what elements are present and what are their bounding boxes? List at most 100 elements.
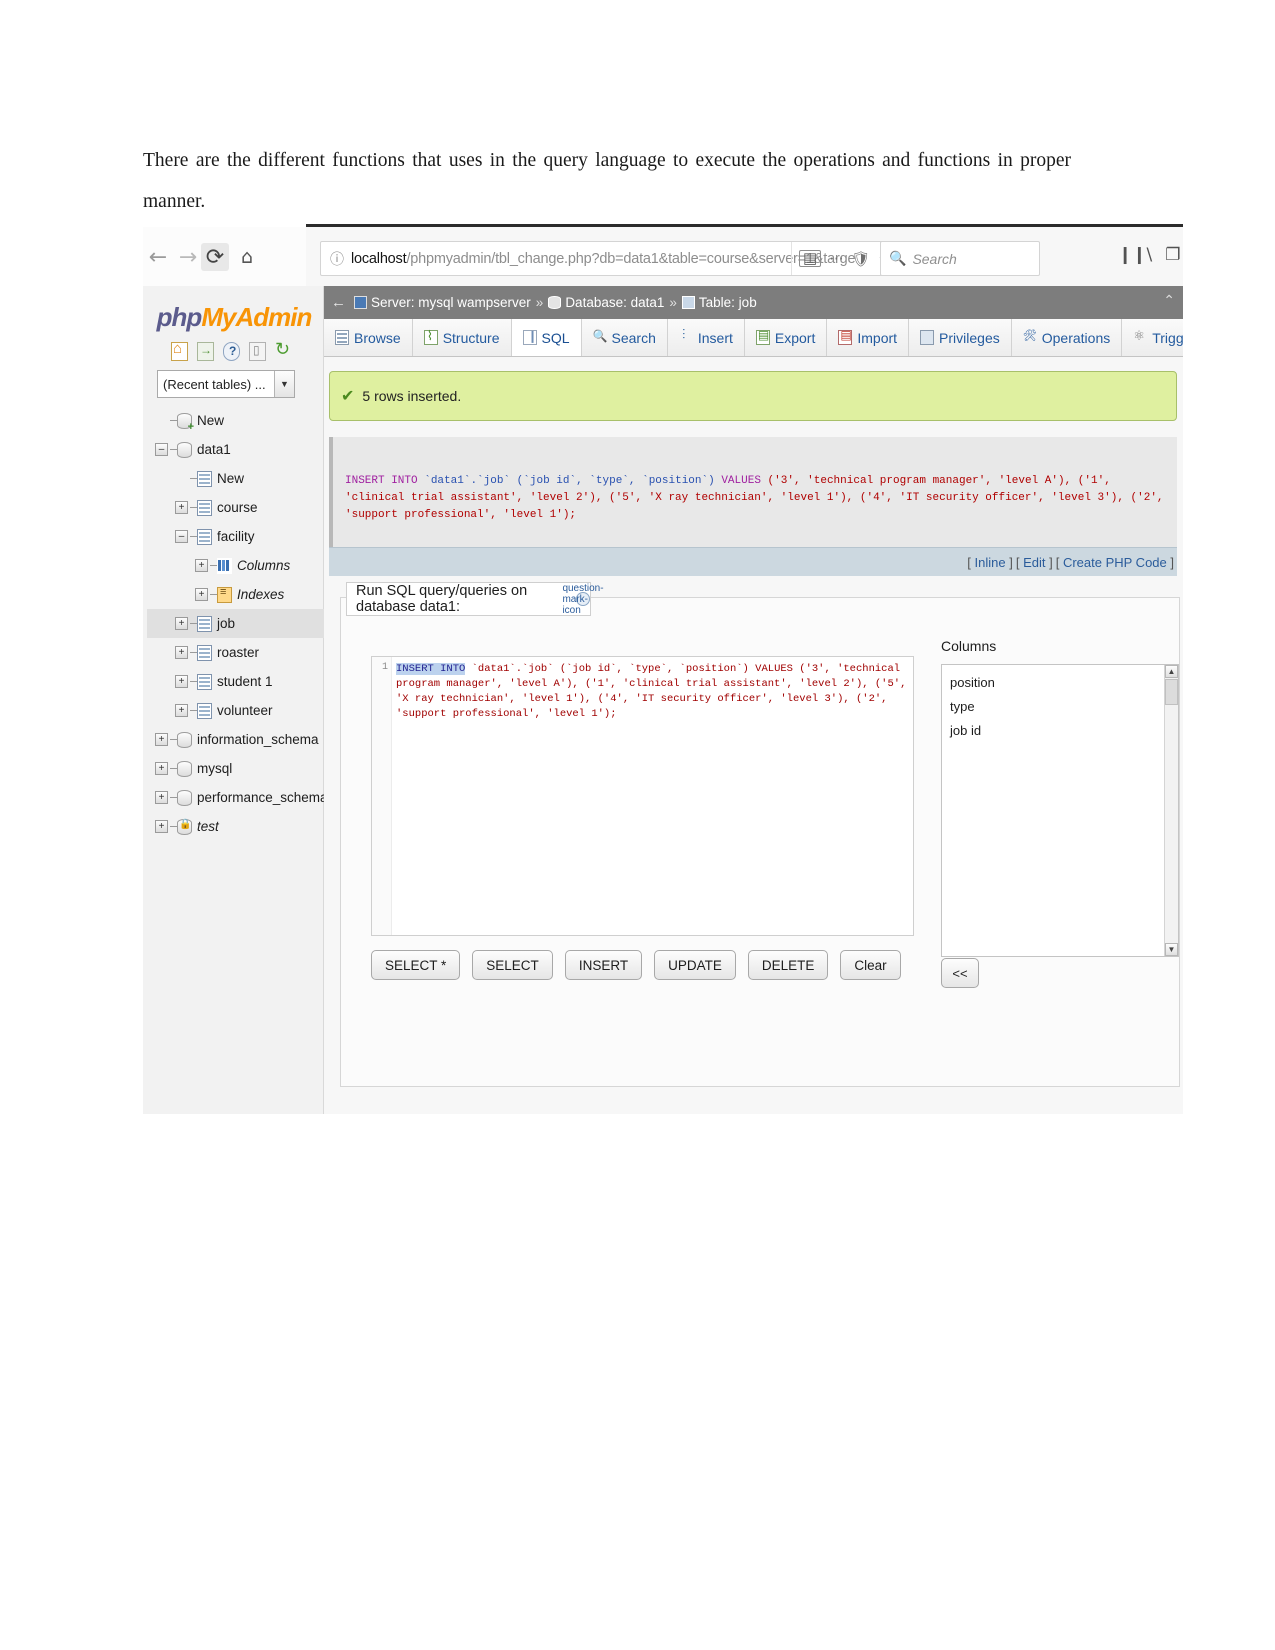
tbl-new-icon bbox=[197, 470, 212, 487]
browser-search-box[interactable]: 🔍 Search bbox=[880, 241, 1040, 276]
breadcrumb-table[interactable]: Table: job bbox=[699, 295, 757, 310]
tree-item-mysql[interactable]: + mysql bbox=[147, 754, 324, 783]
tab-structure[interactable]: Structure bbox=[412, 319, 512, 356]
library-icon[interactable]: ❙❙\ bbox=[1118, 245, 1152, 265]
column-item[interactable]: type bbox=[950, 695, 1178, 719]
chevron-down-icon[interactable]: ▼ bbox=[274, 371, 294, 397]
home-icon[interactable] bbox=[171, 340, 188, 361]
back-icon[interactable]: ← bbox=[144, 243, 172, 271]
tree-connector bbox=[170, 420, 177, 421]
expand-toggle-icon[interactable]: + bbox=[175, 501, 188, 514]
button-select[interactable]: SELECT * bbox=[371, 950, 461, 980]
button-insert[interactable]: INSERT bbox=[564, 950, 643, 980]
document-paragraph: There are the different functions that u… bbox=[143, 150, 1071, 212]
tab-browse[interactable]: Browse bbox=[324, 319, 413, 356]
expand-toggle-icon[interactable]: + bbox=[155, 820, 168, 833]
sql-editor-content[interactable]: INSERT INTO `data1`.`job` (`job id`, `ty… bbox=[396, 662, 909, 722]
tab-import[interactable]: Import bbox=[827, 319, 910, 356]
chevron-up-icon[interactable]: ⌃ bbox=[1163, 292, 1175, 309]
tree-item-indexes[interactable]: + Indexes bbox=[147, 580, 324, 609]
question-mark-icon[interactable]: question-mark-icon bbox=[562, 583, 603, 616]
tree-item-performance-schema[interactable]: + performance_schema bbox=[147, 783, 328, 812]
expand-toggle-icon[interactable]: + bbox=[175, 675, 188, 688]
button-clear[interactable]: Clear bbox=[840, 950, 901, 980]
reader-view-icon[interactable]: ▤ bbox=[799, 250, 822, 267]
home-icon[interactable]: ⌂ bbox=[233, 243, 261, 271]
expand-toggle-icon[interactable]: + bbox=[175, 646, 188, 659]
sql-editor-rest: `data1`.`job` (`job id`, `type`, `positi… bbox=[396, 663, 907, 720]
tab-operations[interactable]: Operations bbox=[1011, 319, 1123, 356]
action-link-inline[interactable]: [ Inline ] bbox=[967, 555, 1013, 570]
tab-export[interactable]: Export bbox=[744, 319, 828, 356]
button-delete[interactable]: DELETE bbox=[747, 950, 829, 980]
tree-item-job[interactable]: + job bbox=[147, 609, 324, 638]
forward-icon[interactable]: → bbox=[174, 243, 202, 271]
expand-toggle-icon[interactable]: + bbox=[175, 617, 188, 630]
shield-icon[interactable]: 🛡 bbox=[852, 250, 871, 268]
sql-columns: (`job id`, `type`, `position`) bbox=[516, 475, 715, 487]
tree-item-information-schema[interactable]: + information_schema bbox=[147, 725, 324, 754]
sql-query-buttons: SELECT * SELECT INSERT UPDATE DELETE Clear bbox=[371, 950, 901, 980]
expand-toggle-icon[interactable]: + bbox=[195, 559, 208, 572]
pma-main: ← Server: mysql wampserver » Database: d… bbox=[324, 286, 1183, 1114]
sql-keyword-insert: INSERT INTO bbox=[345, 475, 418, 487]
reload-icon[interactable] bbox=[275, 339, 292, 361]
action-link-edit[interactable]: [ Edit ] bbox=[1016, 555, 1053, 570]
columns-listbox[interactable]: position type job id ▲ ▼ bbox=[941, 664, 1179, 957]
breadcrumb-back-icon[interactable]: ← bbox=[331, 294, 346, 311]
tree-item-course[interactable]: + course bbox=[147, 493, 324, 522]
column-item[interactable]: job id bbox=[950, 719, 1178, 743]
sql-editor[interactable]: 1 INSERT INTO `data1`.`job` (`job id`, `… bbox=[371, 656, 914, 936]
tree-item-columns[interactable]: + Columns bbox=[147, 551, 324, 580]
status-message: ✔ 5 rows inserted. bbox=[329, 371, 1177, 421]
tree-item-label: performance_schema bbox=[197, 790, 328, 805]
tree-item-volunteer[interactable]: + volunteer bbox=[147, 696, 324, 725]
expand-toggle-icon[interactable]: + bbox=[155, 791, 168, 804]
scroll-up-icon[interactable]: ▲ bbox=[1165, 665, 1178, 678]
console-icon[interactable] bbox=[249, 342, 266, 361]
collapse-toggle-icon[interactable]: – bbox=[175, 530, 188, 543]
breadcrumb-database[interactable]: Database: data1 bbox=[565, 295, 664, 310]
info-circle-icon[interactable]: ⓘ bbox=[330, 249, 344, 269]
action-link-create-php-code[interactable]: [ Create PHP Code ] bbox=[1056, 555, 1174, 570]
tree-item-facility[interactable]: – facility bbox=[147, 522, 324, 551]
logout-icon[interactable] bbox=[197, 342, 214, 361]
tab-insert[interactable]: Insert bbox=[667, 319, 745, 356]
scroll-down-icon[interactable]: ▼ bbox=[1165, 943, 1178, 956]
scrollbar-thumb[interactable] bbox=[1165, 679, 1178, 705]
vertical-ellipsis-icon[interactable]: ⋮ bbox=[1178, 247, 1183, 265]
sql-action-links: [ Inline ][ Edit ][ Create PHP Code ] bbox=[329, 547, 1177, 576]
tree-item-label: job bbox=[217, 616, 236, 631]
address-bar[interactable]: ⓘ localhost/phpmyadmin/tbl_change.php?db… bbox=[320, 241, 900, 276]
tab-search[interactable]: Search bbox=[581, 319, 668, 356]
expand-toggle-icon[interactable]: + bbox=[155, 762, 168, 775]
phpmyadmin-logo[interactable]: phpMyAdmin bbox=[155, 302, 313, 333]
expand-toggle-icon[interactable]: + bbox=[195, 588, 208, 601]
tree-item-student-1[interactable]: + student 1 bbox=[147, 667, 324, 696]
tree-item-new[interactable]: +New bbox=[147, 406, 324, 435]
tree-item-test[interactable]: + test bbox=[147, 812, 324, 841]
tab-triggers[interactable]: Triggers bbox=[1122, 319, 1183, 356]
collapse-columns-button[interactable]: << bbox=[941, 958, 979, 988]
query-panel: Run SQL query/queries on database data1:… bbox=[340, 582, 1180, 1087]
tab-privileges[interactable]: Privileges bbox=[909, 319, 1012, 356]
recent-tables-select[interactable]: (Recent tables) ... ▼ bbox=[157, 370, 295, 398]
collapse-toggle-icon[interactable]: – bbox=[155, 443, 168, 456]
tree-item-data1[interactable]: – data1 bbox=[147, 435, 324, 464]
reload-icon[interactable]: ⟳ bbox=[201, 243, 229, 271]
tree-item-roaster[interactable]: + roaster bbox=[147, 638, 324, 667]
ellipsis-icon[interactable]: ··· bbox=[829, 250, 843, 268]
breadcrumb-server[interactable]: Server: mysql wampserver bbox=[371, 295, 531, 310]
button-select[interactable]: SELECT bbox=[472, 950, 553, 980]
tree-item-label: information_schema bbox=[197, 732, 319, 747]
expand-toggle-icon[interactable]: + bbox=[175, 704, 188, 717]
columns-scrollbar[interactable]: ▲ ▼ bbox=[1164, 665, 1178, 956]
pma-content: ✔ 5 rows inserted. INSERT INTO `data1`.`… bbox=[324, 357, 1183, 1114]
button-update[interactable]: UPDATE bbox=[654, 950, 736, 980]
tree-item-new[interactable]: +New bbox=[147, 464, 324, 493]
tree-item-label: roaster bbox=[217, 645, 260, 660]
expand-toggle-icon[interactable]: + bbox=[155, 733, 168, 746]
tab-sql[interactable]: SQL bbox=[511, 319, 582, 356]
column-item[interactable]: position bbox=[950, 671, 1178, 695]
docs-icon[interactable] bbox=[223, 342, 240, 361]
